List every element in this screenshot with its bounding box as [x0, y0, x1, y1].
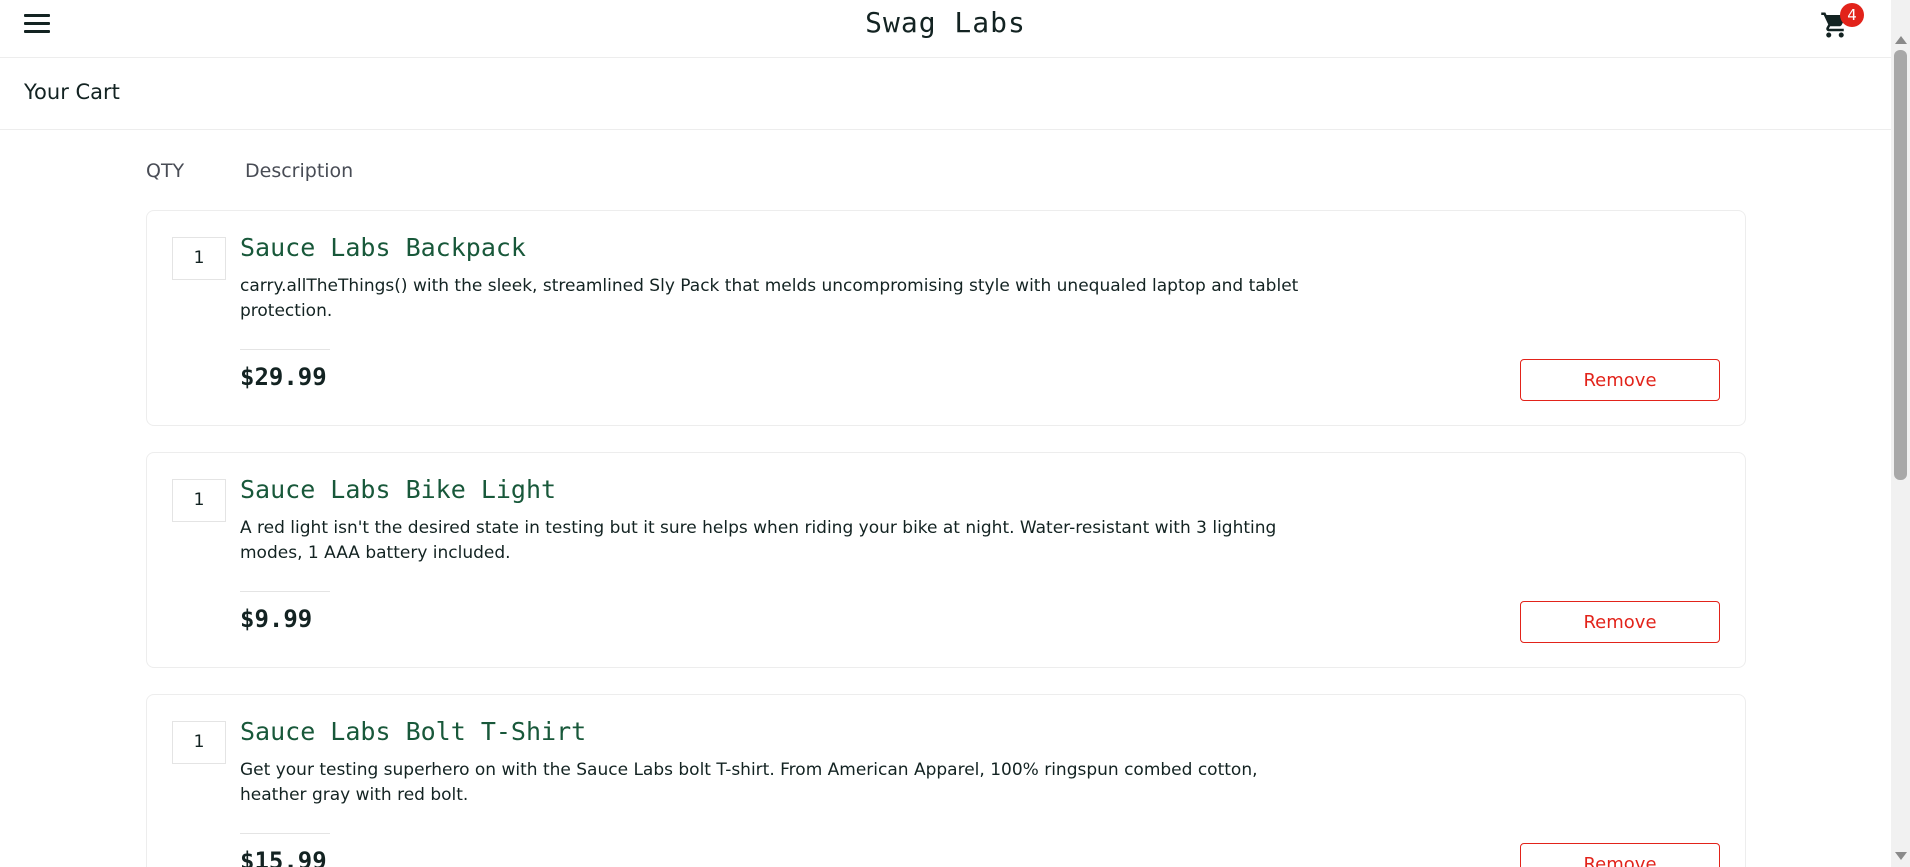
qty-column-header: QTY — [146, 160, 185, 182]
item-description: A red light isn't the desired state in t… — [240, 518, 1277, 563]
cart-item: 1 Sauce Labs Backpack carry.allTheThings… — [146, 210, 1746, 426]
price-divider — [240, 591, 330, 592]
item-description: carry.allTheThings() with the sleek, str… — [240, 276, 1299, 321]
remove-bolt-tshirt-button[interactable]: Remove — [1520, 843, 1720, 867]
cart-item: 1 Sauce Labs Bike Light A red light isn'… — [146, 452, 1746, 668]
item-quantity: 1 — [172, 721, 226, 764]
item-price: $15.99 — [240, 847, 327, 867]
shopping-cart-link[interactable]: 4 — [1820, 3, 1864, 42]
app-logo: Swag Labs — [865, 6, 1026, 39]
item-quantity: 1 — [172, 479, 226, 522]
item-price: $9.99 — [240, 605, 313, 633]
description-column-header: Description — [245, 160, 354, 182]
item-quantity: 1 — [172, 237, 226, 280]
scrollbar-thumb[interactable] — [1894, 50, 1907, 480]
scroll-down-arrow-icon[interactable] — [1895, 852, 1907, 860]
page-title: Your Cart — [24, 80, 120, 104]
item-name-link[interactable]: Sauce Labs Backpack — [240, 233, 526, 262]
price-divider — [240, 349, 330, 350]
cart-badge: 4 — [1840, 3, 1864, 27]
item-name-link[interactable]: Sauce Labs Bolt T-Shirt — [240, 717, 586, 746]
secondary-header: Your Cart — [0, 58, 1891, 130]
item-description: Get your testing superhero on with the S… — [240, 760, 1258, 805]
remove-backpack-button[interactable]: Remove — [1520, 359, 1720, 401]
scroll-up-arrow-icon[interactable] — [1895, 36, 1907, 44]
primary-header: Swag Labs 4 — [0, 0, 1891, 58]
vertical-scrollbar[interactable] — [1891, 0, 1910, 867]
price-divider — [240, 833, 330, 834]
page: Swag Labs 4 Your Cart QTY Description 1 … — [0, 0, 1910, 867]
item-price: $29.99 — [240, 363, 327, 391]
item-name-link[interactable]: Sauce Labs Bike Light — [240, 475, 556, 504]
remove-bike-light-button[interactable]: Remove — [1520, 601, 1720, 643]
cart-item: 1 Sauce Labs Bolt T-Shirt Get your testi… — [146, 694, 1746, 867]
